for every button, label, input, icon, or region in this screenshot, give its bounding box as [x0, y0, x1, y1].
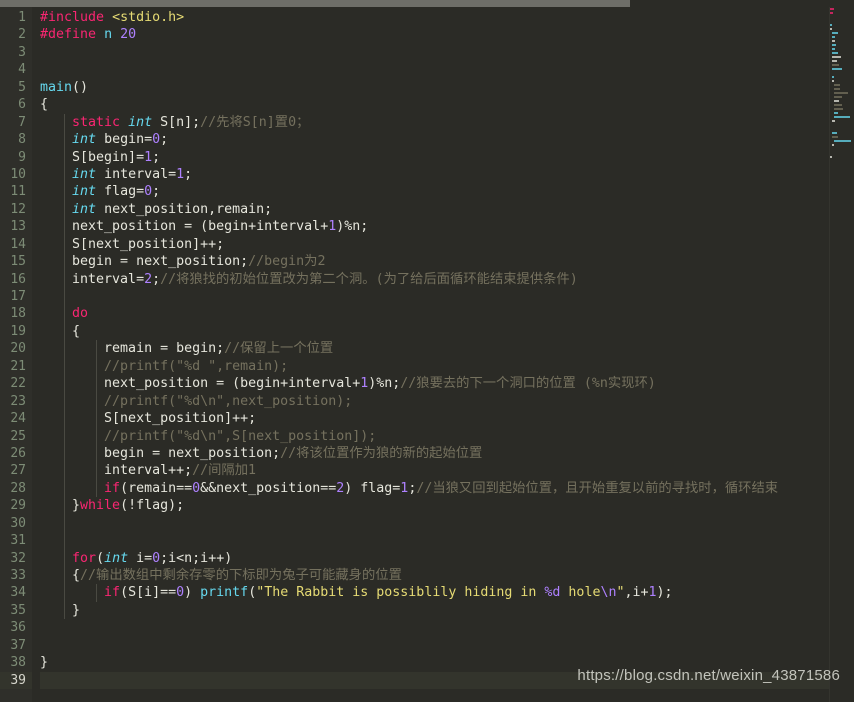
code-line[interactable]: int flag=0;	[40, 183, 829, 201]
code-line[interactable]	[40, 619, 829, 636]
line-number: 24	[10, 411, 26, 427]
code-line[interactable]: static int S[n];//先将S[n]置0；	[40, 113, 829, 132]
line-number: 21	[10, 358, 26, 374]
horizontal-scrollbar-top[interactable]	[0, 0, 854, 7]
line-number: 27	[10, 463, 26, 479]
code-line[interactable]: int interval=1;	[40, 165, 829, 184]
line-number: 9	[18, 149, 26, 165]
code-line[interactable]: {	[40, 322, 829, 341]
code-line[interactable]: begin = next_position;//begin为2	[40, 253, 829, 271]
minimap-line	[830, 159, 854, 163]
code-line[interactable]: int begin=0;	[40, 131, 829, 149]
code-line[interactable]: {//输出数组中剩余存零的下标即为兔子可能藏身的位置	[40, 567, 829, 585]
line-number: 30	[10, 515, 26, 531]
line-number: 20	[10, 341, 26, 357]
line-number: 10	[10, 166, 26, 182]
code-line[interactable]	[40, 288, 829, 306]
code-line[interactable]: //printf("%d\n",S[next_position]);	[40, 427, 829, 445]
code-line[interactable]: next_position = (begin+interval+1)%n;//狼…	[40, 375, 829, 393]
code-line[interactable]	[40, 514, 829, 533]
token-macro-name: n	[104, 27, 113, 43]
line-number: 13	[10, 219, 26, 235]
line-number: 17	[10, 289, 26, 304]
code-line[interactable]: #include <stdio.h>	[40, 9, 829, 26]
line-number: 37	[10, 637, 26, 653]
line-number: 16	[10, 271, 26, 287]
line-number: 18	[10, 306, 26, 322]
editor-body: 1 2 3 4 5 6 7 8 9 10 11 12 13 14 15 16 17 18 19 20 21 22 23 24 2…	[0, 7, 854, 702]
code-line[interactable]: next_position = (begin+interval+1)%n;	[40, 218, 829, 236]
line-number: 22	[10, 376, 26, 392]
line-number: 1	[18, 10, 26, 25]
line-number: 8	[18, 132, 26, 148]
code-line[interactable]: for(int i=0;i<n;i++)	[40, 549, 829, 567]
line-number: 29	[10, 498, 26, 514]
line-number: 6	[18, 97, 26, 113]
token-header: <stdio.h>	[112, 10, 185, 25]
code-line[interactable]: S[next_position]++;	[40, 410, 829, 428]
line-number: 28	[10, 480, 26, 496]
code-line[interactable]: S[next_position]++;	[40, 235, 829, 254]
code-line[interactable]: interval++;//间隔加1	[40, 462, 829, 480]
line-number: 38	[10, 655, 26, 671]
code-line[interactable]: int next_position,remain;	[40, 200, 829, 219]
code-line[interactable]	[40, 44, 829, 61]
code-editor-window: 1 2 3 4 5 6 7 8 9 10 11 12 13 14 15 16 17 18 19 20 21 22 23 24 2…	[0, 0, 854, 702]
code-line[interactable]	[40, 637, 829, 654]
line-number: 2	[18, 27, 26, 43]
line-number: 19	[10, 323, 26, 339]
code-line[interactable]	[40, 61, 829, 78]
token-number: 20	[120, 27, 137, 43]
line-number: 23	[10, 393, 26, 409]
line-number: 5	[18, 79, 26, 95]
token-preprocessor: #define	[40, 27, 97, 43]
line-number: 3	[18, 44, 26, 60]
line-number: 35	[10, 602, 26, 618]
code-line[interactable]: #define n 20	[40, 26, 829, 43]
code-line[interactable]: {	[40, 96, 829, 113]
line-number: 4	[18, 62, 26, 78]
line-number: 7	[18, 114, 26, 130]
line-number: 12	[10, 201, 26, 217]
line-number-gutter: 1 2 3 4 5 6 7 8 9 10 11 12 13 14 15 16 17 18 19 20 21 22 23 24 2…	[0, 7, 32, 702]
code-text-area[interactable]: #include <stdio.h> #define n 20 main() {…	[32, 7, 829, 702]
code-line[interactable]: //printf("%d\n",next_position);	[40, 392, 829, 411]
line-number: 34	[10, 585, 26, 601]
code-line-active[interactable]	[40, 671, 829, 690]
code-line[interactable]: //printf("%d ",remain);	[40, 357, 829, 376]
code-line[interactable]: interval=2;//将狼找的初始位置改为第二个洞。(为了给后面循环能结束提…	[40, 270, 829, 288]
code-line[interactable]	[40, 532, 829, 550]
scrollbar-thumb[interactable]	[0, 0, 630, 7]
code-line[interactable]: remain = begin;//保留上一个位置	[40, 340, 829, 358]
line-number: 11	[10, 184, 26, 200]
line-number: 25	[10, 428, 26, 444]
line-number: 15	[10, 254, 26, 270]
line-number: 26	[10, 445, 26, 461]
line-number: 32	[10, 550, 26, 566]
code-line[interactable]: main()	[40, 79, 829, 96]
code-line[interactable]: S[begin]=1;	[40, 148, 829, 166]
token-function: main	[40, 79, 73, 95]
code-line[interactable]: }	[40, 601, 829, 620]
code-line[interactable]: }while(!flag);	[40, 497, 829, 515]
code-minimap[interactable]	[829, 7, 854, 702]
line-number: 33	[10, 568, 26, 583]
line-number: 31	[10, 533, 26, 549]
line-number: 14	[10, 236, 26, 252]
line-number: 39	[0, 671, 32, 690]
code-line[interactable]: do	[40, 305, 829, 323]
code-line[interactable]: if(remain==0&&next_position==2) flag=1;/…	[40, 479, 829, 498]
token-preprocessor: #include	[40, 10, 105, 25]
code-line[interactable]: }	[40, 654, 829, 671]
line-number: 36	[10, 620, 26, 636]
code-line[interactable]: begin = next_position;//将该位置作为狼的新的起始位置	[40, 444, 829, 463]
code-line[interactable]: if(S[i]==0) printf("The Rabbit is possib…	[40, 584, 829, 602]
